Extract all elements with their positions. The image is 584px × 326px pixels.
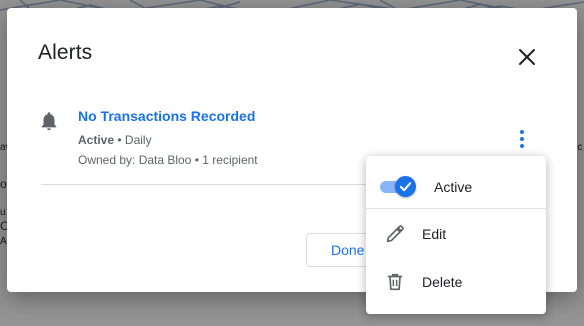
dialog-title: Alerts bbox=[38, 41, 93, 64]
divider bbox=[41, 184, 371, 185]
trash-icon bbox=[387, 273, 403, 291]
menu-item-edit[interactable]: Edit bbox=[366, 212, 546, 256]
close-icon bbox=[519, 49, 535, 65]
alert-status-line: Active • Daily bbox=[78, 133, 152, 147]
alert-status: Active bbox=[78, 133, 115, 147]
more-vert-icon bbox=[520, 130, 524, 134]
menu-divider bbox=[366, 208, 546, 209]
more-vert-dot bbox=[520, 137, 524, 141]
bell-icon bbox=[41, 112, 57, 131]
pencil-icon bbox=[386, 225, 404, 243]
more-options-button[interactable] bbox=[516, 130, 528, 148]
close-button[interactable] bbox=[513, 43, 541, 71]
alert-options-menu: Active Edit Delete bbox=[366, 156, 546, 314]
more-vert-dot bbox=[520, 144, 524, 148]
menu-item-label: Delete bbox=[422, 274, 463, 290]
menu-item-active[interactable]: Active bbox=[366, 165, 546, 209]
active-toggle[interactable] bbox=[378, 176, 416, 198]
alert-frequency: • Daily bbox=[114, 133, 152, 147]
menu-item-delete[interactable]: Delete bbox=[366, 260, 546, 304]
checkmark-icon bbox=[399, 182, 412, 192]
alert-owner: Owned by: Data Bloo • 1 recipient bbox=[78, 153, 258, 167]
menu-item-label: Edit bbox=[422, 226, 447, 242]
menu-item-label: Active bbox=[434, 179, 473, 195]
alert-name-link[interactable]: No Transactions Recorded bbox=[78, 108, 255, 124]
toggle-thumb bbox=[395, 176, 416, 197]
